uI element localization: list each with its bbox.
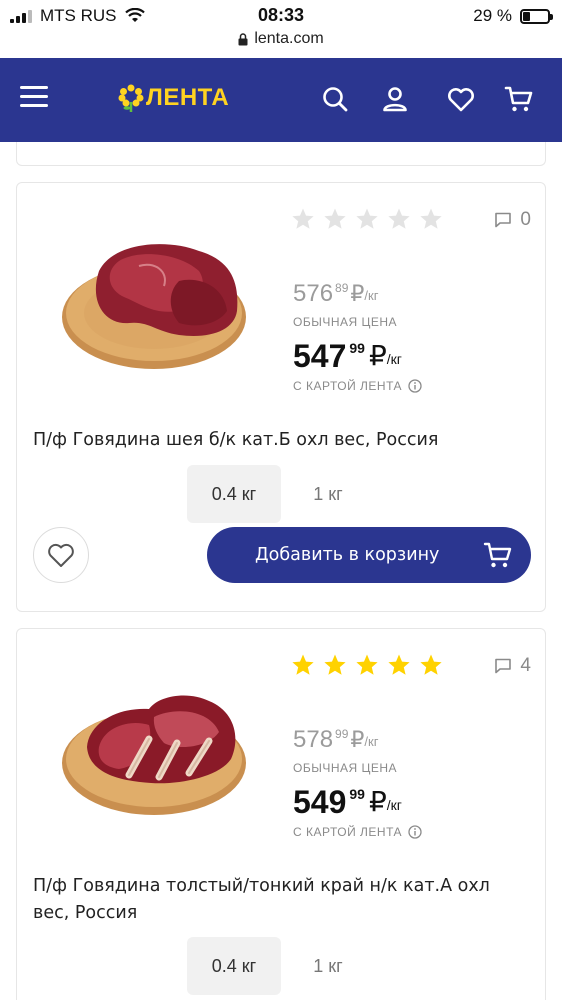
weight-option-selected[interactable]: 0.4 кг xyxy=(187,465,281,523)
sunflower-icon xyxy=(118,84,144,112)
search-icon[interactable] xyxy=(320,84,350,114)
battery-label: 29 % xyxy=(473,6,512,25)
menu-button[interactable] xyxy=(20,86,48,110)
comment-icon xyxy=(495,658,512,674)
lock-icon xyxy=(238,32,248,45)
card-price-int: 549 xyxy=(293,784,347,820)
weight-option-selected[interactable]: 0.4 кг xyxy=(187,937,281,995)
card-price-dec: 99 xyxy=(349,786,365,802)
product-title[interactable]: П/ф Говядина толстый/тонкий край н/к кат… xyxy=(33,873,529,927)
product-title[interactable]: П/ф Говядина шея б/к кат.Б охл вес, Росс… xyxy=(33,427,529,454)
card-price-unit: /кг xyxy=(386,797,402,813)
star-filled-icon xyxy=(420,654,442,675)
weight-selector: 0.4 кг 1 кг xyxy=(187,465,375,523)
card-price-caption-text: С КАРТОЙ ЛЕНТА xyxy=(293,379,403,393)
battery-icon xyxy=(520,8,553,24)
add-to-cart-label: Добавить в корзину xyxy=(255,545,440,565)
rating-stars xyxy=(291,653,443,677)
reviews-link[interactable]: 0 xyxy=(494,209,531,231)
info-icon[interactable] xyxy=(408,825,422,839)
regular-price-int: 576 xyxy=(293,280,334,307)
card-price-int: 547 xyxy=(293,338,347,374)
star-empty-icon xyxy=(388,208,410,229)
card-price-dec: 99 xyxy=(349,340,365,356)
regular-price-currency: ₽ xyxy=(350,727,365,752)
card-price-currency: ₽ xyxy=(368,340,387,371)
card-price-caption: С КАРТОЙ ЛЕНТА xyxy=(293,379,422,393)
status-right: 29 % xyxy=(473,6,553,26)
star-empty-icon xyxy=(356,208,378,229)
rating-stars xyxy=(291,207,443,231)
card-price-caption: С КАРТОЙ ЛЕНТА xyxy=(293,825,422,839)
star-filled-icon xyxy=(388,654,410,675)
weight-selector: 0.4 кг 1 кг xyxy=(187,937,375,995)
address-bar[interactable]: lenta.com xyxy=(0,30,562,48)
add-to-cart-button[interactable]: Добавить в корзину xyxy=(207,527,531,583)
card-price-caption-text: С КАРТОЙ ЛЕНТА xyxy=(293,825,403,839)
regular-price-unit: /кг xyxy=(364,734,379,749)
regular-price-currency: ₽ xyxy=(350,281,365,306)
url-text: lenta.com xyxy=(254,30,324,47)
heart-outline-icon xyxy=(48,543,74,567)
star-filled-icon xyxy=(292,654,314,675)
card-price-currency: ₽ xyxy=(368,786,387,817)
lenta-logo[interactable]: ЛЕНТА xyxy=(118,84,229,112)
regular-price-dec: 99 xyxy=(335,727,349,741)
regular-price-int: 578 xyxy=(293,726,334,753)
card-price: 547 99 ₽ /кг xyxy=(293,339,402,379)
product-image[interactable] xyxy=(59,677,249,817)
battery-fill xyxy=(523,11,530,21)
reviews-link[interactable]: 4 xyxy=(494,655,531,677)
heart-icon[interactable] xyxy=(446,84,476,114)
regular-price-caption: ОБЫЧНАЯ ЦЕНА xyxy=(293,761,398,775)
card-price-unit: /кг xyxy=(386,351,402,367)
star-empty-icon xyxy=(292,208,314,229)
regular-price: 578 99 ₽ /кг xyxy=(293,727,378,757)
weight-option[interactable]: 1 кг xyxy=(281,465,375,523)
comment-icon xyxy=(495,212,512,228)
regular-price: 576 89 ₽ /кг xyxy=(293,281,378,311)
card-price: 549 99 ₽ /кг xyxy=(293,785,402,825)
star-empty-icon xyxy=(324,208,346,229)
info-icon[interactable] xyxy=(408,379,422,393)
regular-price-unit: /кг xyxy=(364,288,379,303)
logo-text: ЛЕНТА xyxy=(146,84,230,111)
previous-product-card xyxy=(16,142,546,166)
product-image[interactable] xyxy=(59,231,249,371)
user-icon[interactable] xyxy=(380,84,410,114)
weight-option[interactable]: 1 кг xyxy=(281,937,375,995)
star-filled-icon xyxy=(356,654,378,675)
product-card: 4 578 99 ₽ /кг ОБЫЧНАЯ ЦЕНА 549 99 ₽ /кг… xyxy=(16,628,546,1000)
favorite-button[interactable] xyxy=(33,527,89,583)
status-bar: MTS RUS 08:33 29 % lenta.com xyxy=(0,0,562,58)
reviews-count: 4 xyxy=(520,655,531,676)
star-empty-icon xyxy=(420,208,442,229)
regular-price-caption: ОБЫЧНАЯ ЦЕНА xyxy=(293,315,398,329)
cart-icon[interactable] xyxy=(504,84,534,114)
cart-icon xyxy=(483,542,512,568)
regular-price-dec: 89 xyxy=(335,281,349,295)
star-filled-icon xyxy=(324,654,346,675)
site-header: ЛЕНТА xyxy=(0,58,562,142)
reviews-count: 0 xyxy=(520,209,531,230)
product-card: 0 576 89 ₽ /кг ОБЫЧНАЯ ЦЕНА 547 99 ₽ /кг… xyxy=(16,182,546,612)
